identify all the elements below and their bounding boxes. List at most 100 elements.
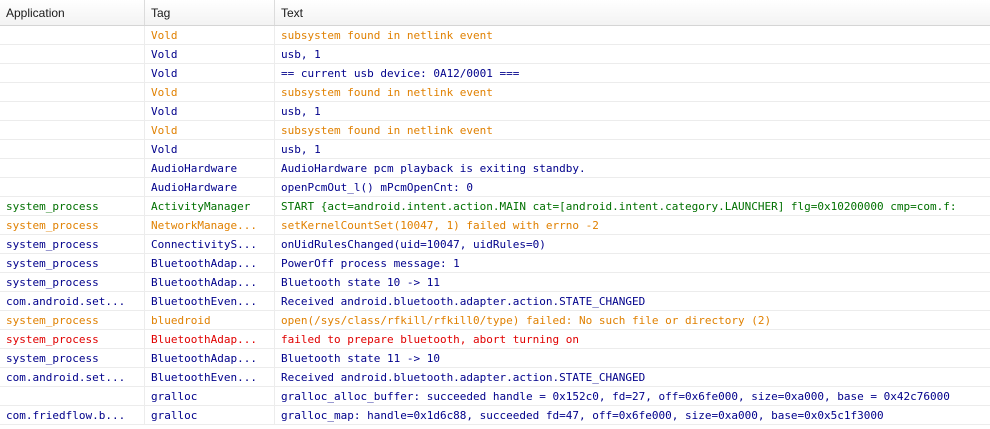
log-cell-text: Bluetooth state 11 -> 10 (275, 349, 990, 367)
log-cell-text-value: onUidRulesChanged(uid=10047, uidRules=0) (281, 237, 546, 251)
log-row[interactable]: Vold usb, 1 (0, 45, 990, 64)
log-row[interactable]: system_process ConnectivityS... onUidRules… (0, 235, 990, 254)
log-cell-text: setKernelCountSet(10047, 1) failed with … (275, 216, 990, 234)
log-row[interactable]: system_process BluetoothAdap... Bluetooth … (0, 273, 990, 292)
log-cell-text: subsystem found in netlink event (275, 26, 990, 44)
log-cell-text-value: usb, 1 (281, 104, 321, 118)
column-header-text[interactable]: Text (275, 0, 990, 25)
column-header-text-label: Text (281, 5, 304, 20)
log-row[interactable]: system_process bluedroid open(/sys/class/r… (0, 311, 990, 330)
column-header-tag[interactable]: Tag (145, 0, 275, 25)
log-cell-application: system_process (0, 273, 145, 291)
log-cell-application: com.friedflow.b... (0, 406, 145, 424)
log-cell-application: system_process (0, 235, 145, 253)
log-cell-tag-value: Vold (151, 104, 178, 118)
log-row[interactable]: com.android.set... BluetoothEven... Receiv… (0, 292, 990, 311)
log-cell-application (0, 26, 145, 44)
log-cell-text: Received android.bluetooth.adapter.actio… (275, 368, 990, 386)
log-cell-tag: BluetoothEven... (145, 368, 275, 386)
log-cell-application: system_process (0, 349, 145, 367)
log-cell-tag: Vold (145, 83, 275, 101)
log-cell-text-value: subsystem found in netlink event (281, 123, 493, 137)
log-row[interactable]: Vold subsystem found in netlink event (0, 26, 990, 45)
log-cell-text: START {act=android.intent.action.MAIN ca… (275, 197, 990, 215)
log-cell-text-value: gralloc_alloc_buffer: succeeded handle =… (281, 389, 950, 403)
log-cell-text-value: Received android.bluetooth.adapter.actio… (281, 370, 646, 384)
log-cell-application (0, 159, 145, 177)
log-cell-application-value: com.friedflow.b... (6, 408, 126, 422)
log-cell-tag: Vold (145, 102, 275, 120)
log-row[interactable]: Vold subsystem found in netlink event (0, 121, 990, 140)
log-row[interactable]: Vold usb, 1 (0, 102, 990, 121)
log-cell-tag: BluetoothEven... (145, 292, 275, 310)
log-row[interactable]: Vold == current usb device: 0A12/0001 === (0, 64, 990, 83)
log-cell-text: PowerOff process message: 1 (275, 254, 990, 272)
log-row[interactable]: com.friedflow.b... gralloc gralloc_map: ha… (0, 406, 990, 425)
log-cell-tag: BluetoothAdap... (145, 349, 275, 367)
log-cell-tag-value: AudioHardware (151, 161, 238, 175)
log-row[interactable]: system_process NetworkManage... setKernelC… (0, 216, 990, 235)
log-cell-tag-value: BluetoothAdap... (151, 275, 257, 289)
log-cell-text-value: gralloc_map: handle=0x1d6c88, succeeded … (281, 408, 884, 422)
log-cell-application (0, 140, 145, 158)
log-row[interactable]: system_process BluetoothAdap... failed to … (0, 330, 990, 349)
log-cell-tag: Vold (145, 140, 275, 158)
log-cell-text-value: Bluetooth state 10 -> 11 (281, 275, 440, 289)
log-row[interactable]: AudioHardware openPcmOut_l() mPcmOpenCnt:… (0, 178, 990, 197)
log-cell-text-value: == current usb device: 0A12/0001 === (281, 66, 520, 80)
log-cell-application (0, 64, 145, 82)
log-cell-tag: bluedroid (145, 311, 275, 329)
log-cell-tag: AudioHardware (145, 159, 275, 177)
log-cell-text: usb, 1 (275, 45, 990, 63)
log-cell-tag-value: gralloc (151, 389, 198, 403)
log-cell-application-value: com.android.set... (6, 370, 126, 384)
log-cell-tag-value: BluetoothEven... (151, 370, 257, 384)
log-cell-application-value: system_process (6, 199, 99, 213)
log-cell-tag-value: BluetoothAdap... (151, 256, 257, 270)
log-cell-application (0, 387, 145, 405)
log-cell-application: system_process (0, 216, 145, 234)
log-cell-application: system_process (0, 197, 145, 215)
log-row[interactable]: Vold subsystem found in netlink event (0, 83, 990, 102)
log-cell-text-value: openPcmOut_l() mPcmOpenCnt: 0 (281, 180, 474, 194)
log-cell-tag: BluetoothAdap... (145, 254, 275, 272)
log-cell-text-value: PowerOff process message: 1 (281, 256, 460, 270)
log-cell-text-value: open(/sys/class/rfkill/rfkill0/type) fai… (281, 313, 772, 327)
log-row[interactable]: Vold usb, 1 (0, 140, 990, 159)
log-cell-text-value: subsystem found in netlink event (281, 85, 493, 99)
log-cell-text-value: usb, 1 (281, 142, 321, 156)
log-cell-text: subsystem found in netlink event (275, 83, 990, 101)
log-cell-application: system_process (0, 311, 145, 329)
log-cell-application-value: system_process (6, 218, 99, 232)
log-cell-application-value: com.android.set... (6, 294, 126, 308)
log-cell-tag-value: Vold (151, 28, 178, 42)
log-cell-text: subsystem found in netlink event (275, 121, 990, 139)
log-row[interactable]: gralloc gralloc_alloc_buffer: succeeded h… (0, 387, 990, 406)
log-cell-application-value: system_process (6, 256, 99, 270)
log-cell-tag: BluetoothAdap... (145, 330, 275, 348)
log-cell-text: == current usb device: 0A12/0001 === (275, 64, 990, 82)
log-row[interactable]: system_process BluetoothAdap... Bluetooth … (0, 349, 990, 368)
log-cell-text: Received android.bluetooth.adapter.actio… (275, 292, 990, 310)
log-row[interactable]: system_process ActivityManager START {act=… (0, 197, 990, 216)
log-cell-tag-value: BluetoothEven... (151, 294, 257, 308)
log-cell-application-value: system_process (6, 275, 99, 289)
column-header-application[interactable]: Application (0, 0, 145, 25)
log-row[interactable]: com.android.set... BluetoothEven... Receiv… (0, 368, 990, 387)
log-cell-application (0, 178, 145, 196)
log-row[interactable]: AudioHardware AudioHardware pcm playback … (0, 159, 990, 178)
log-cell-tag-value: BluetoothAdap... (151, 332, 257, 346)
log-cell-text: AudioHardware pcm playback is exiting st… (275, 159, 990, 177)
log-cell-tag-value: ConnectivityS... (151, 237, 257, 251)
log-cell-text: gralloc_alloc_buffer: succeeded handle =… (275, 387, 990, 405)
log-cell-text: usb, 1 (275, 140, 990, 158)
log-cell-tag: Vold (145, 121, 275, 139)
log-cell-tag-value: Vold (151, 47, 178, 61)
log-cell-text: onUidRulesChanged(uid=10047, uidRules=0) (275, 235, 990, 253)
log-cell-tag: Vold (145, 45, 275, 63)
log-cell-tag: NetworkManage... (145, 216, 275, 234)
log-row[interactable]: system_process BluetoothAdap... PowerOff p… (0, 254, 990, 273)
log-cell-text: openPcmOut_l() mPcmOpenCnt: 0 (275, 178, 990, 196)
log-cell-text-value: AudioHardware pcm playback is exiting st… (281, 161, 586, 175)
log-cell-text-value: failed to prepare bluetooth, abort turni… (281, 332, 580, 346)
